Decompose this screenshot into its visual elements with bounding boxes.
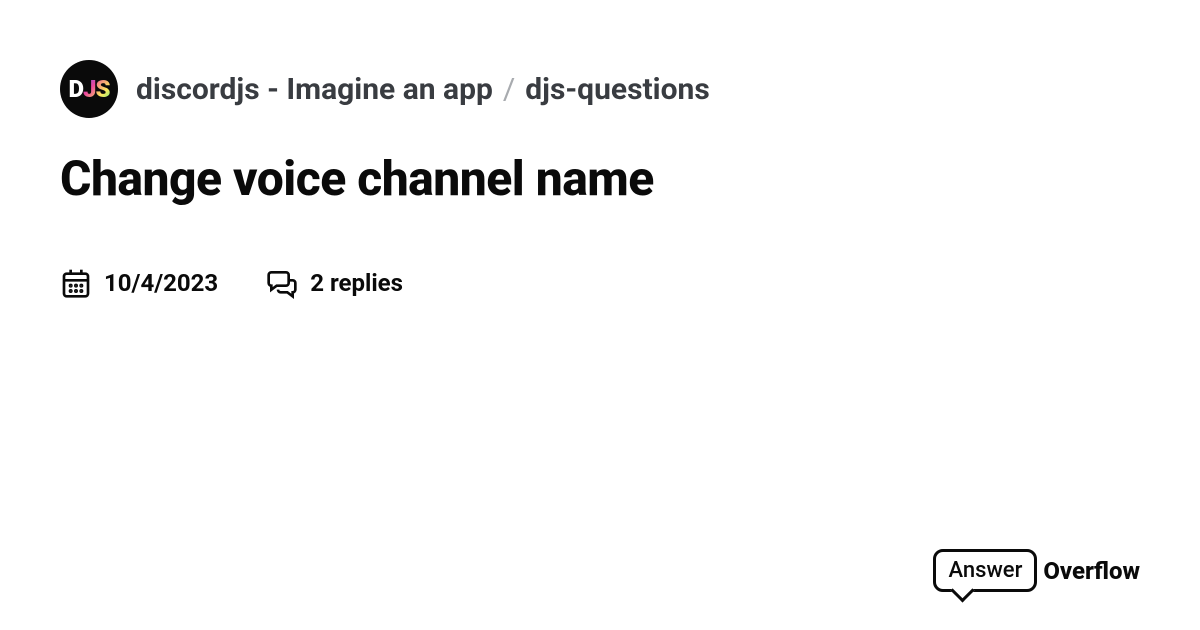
brand-word-overflow: Overflow bbox=[1043, 557, 1140, 585]
page-title: Change voice channel name bbox=[60, 150, 1140, 207]
brand-logo: Answer Overflow bbox=[933, 549, 1140, 592]
date-text: 10/4/2023 bbox=[104, 269, 218, 297]
meta-row: 10/4/2023 2 replies bbox=[60, 267, 1140, 299]
replies-meta: 2 replies bbox=[266, 267, 403, 299]
server-name: discordjs - Imagine an app bbox=[136, 72, 493, 107]
channel-name: djs-questions bbox=[525, 72, 710, 107]
avatar-letter-d: D bbox=[68, 75, 83, 103]
avatar-label: DJS bbox=[68, 75, 109, 103]
breadcrumb-separator: / bbox=[503, 72, 515, 107]
replies-text: 2 replies bbox=[310, 269, 403, 297]
brand-word-answer: Answer bbox=[933, 549, 1037, 592]
breadcrumb-header: DJS discordjs - Imagine an app / djs-que… bbox=[60, 60, 1140, 118]
server-avatar: DJS bbox=[60, 60, 118, 118]
avatar-letter-s: S bbox=[96, 75, 110, 103]
calendar-icon bbox=[60, 267, 92, 299]
breadcrumb: discordjs - Imagine an app / djs-questio… bbox=[136, 72, 710, 107]
date-meta: 10/4/2023 bbox=[60, 267, 218, 299]
avatar-letter-j: J bbox=[83, 75, 96, 103]
messages-icon bbox=[266, 267, 298, 299]
